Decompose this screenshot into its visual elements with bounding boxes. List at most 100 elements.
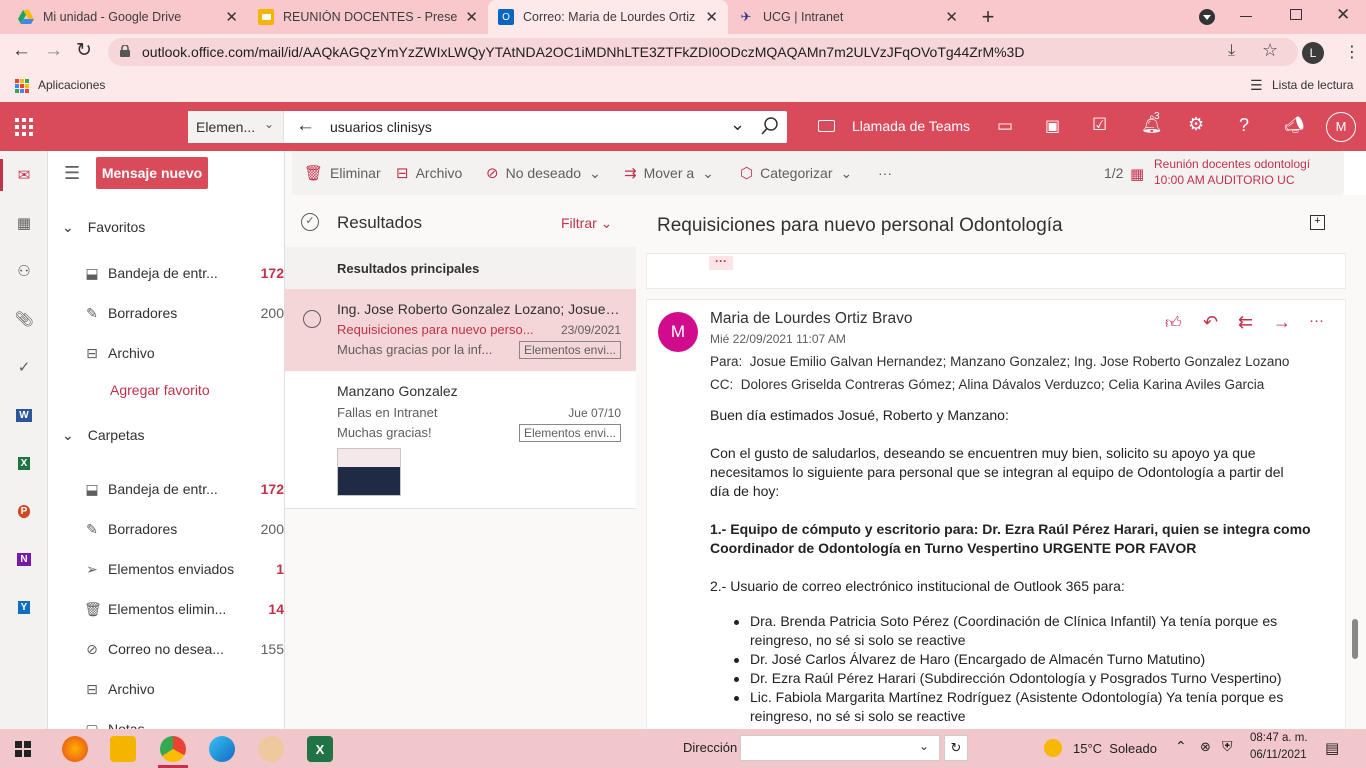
network-icon[interactable]: ⊗ (1200, 739, 1211, 755)
feedback-icon[interactable]: 📣︎ (1284, 115, 1304, 135)
categorize-button[interactable]: ⬡ Categorizar ⌄ (740, 151, 852, 195)
apps-grid-icon[interactable] (15, 79, 29, 93)
back-icon[interactable]: ← (12, 40, 31, 62)
help-icon[interactable]: ? (1239, 115, 1249, 136)
more-icon[interactable]: ··· (1309, 312, 1324, 329)
close-icon[interactable]: ✕ (945, 8, 958, 26)
search-input[interactable]: usuarios clinisys (330, 119, 432, 135)
weather-text[interactable]: 15°C Soleado (1073, 741, 1157, 756)
app-launcher-icon[interactable] (15, 118, 33, 136)
edge-icon[interactable] (209, 736, 235, 762)
reading-list-icon[interactable]: ☰ (1250, 77, 1263, 94)
browser-menu-icon[interactable]: ⋮ (1344, 42, 1360, 62)
folder-item[interactable]: ⊘ Correo no desea... 155 (84, 638, 284, 660)
new-tab-button[interactable]: + (976, 4, 1000, 30)
collapsed-thread[interactable]: ··· (646, 253, 1346, 289)
archive-button[interactable]: ⊟ Archivo (396, 151, 462, 195)
attachment-icon[interactable]: 📎︎ (12, 307, 36, 331)
select-radio[interactable] (303, 310, 321, 328)
to-recipients[interactable]: Josue Emilio Galvan Hernandez; Manzano G… (750, 354, 1290, 369)
clock-date[interactable]: 06/11/2021 (1250, 749, 1307, 761)
onenote-icon[interactable]: N (12, 547, 36, 571)
powerpoint-icon[interactable]: P (12, 499, 36, 523)
todo-icon[interactable]: ☑ (1092, 115, 1107, 135)
word-icon[interactable]: W (12, 403, 36, 427)
search-box[interactable]: Elemen... ⌄ ← usuarios clinisys ⌄ (188, 111, 787, 143)
start-icon[interactable] (15, 741, 31, 757)
clock-time[interactable]: 08:47 a. m. (1250, 732, 1308, 744)
folder-item[interactable]: ➢ Elementos enviados 1 (84, 558, 284, 580)
open-new-window-icon[interactable]: + (1310, 215, 1325, 230)
tab-outlook[interactable]: O Correo: Maria de Lourdes Ortiz B ✕ (488, 0, 728, 34)
chevron-down-icon[interactable]: ⌄ (730, 114, 745, 135)
back-arrow-icon[interactable]: ← (296, 115, 315, 137)
reply-icon[interactable]: ↶ (1203, 312, 1218, 333)
tab-intranet[interactable]: ✈ UCG | Intranet ✕ (728, 0, 968, 34)
sender-name[interactable]: Maria de Lourdes Ortiz Bravo (710, 310, 912, 328)
user-app-icon[interactable] (258, 736, 284, 762)
tab-search-icon[interactable] (1199, 9, 1215, 25)
chat-icon[interactable]: ▭ (997, 116, 1013, 136)
cc-recipients[interactable]: Dolores Griselda Contreras Gómez; Alina … (741, 377, 1265, 392)
folder-item[interactable]: ✎ Borradores 200 (84, 302, 284, 324)
list-item[interactable]: Ing. Jose Roberto Gonzalez Lozano; Josue… (285, 289, 637, 371)
gear-icon[interactable]: ⚙ (1188, 114, 1204, 135)
folder-item[interactable]: ✎ Borradores 200 (84, 518, 284, 540)
event-title[interactable]: Reunión docentes odontologí (1154, 157, 1334, 171)
forward-icon[interactable]: → (1273, 312, 1291, 333)
window-close-icon[interactable]: ✕ (1336, 5, 1350, 25)
bookmark-star-icon[interactable]: ☆ (1262, 40, 1278, 61)
install-icon[interactable]: ⤓ (1228, 42, 1235, 60)
list-item[interactable]: Manzano Gonzalez Fallas en Intranet Jue … (285, 372, 637, 509)
tab-slides[interactable]: REUNIÓN DOCENTES - Presentac ✕ (248, 0, 488, 34)
select-all-checkbox[interactable]: ✓ (301, 213, 319, 231)
close-icon[interactable]: ✕ (465, 8, 478, 26)
more-actions-button[interactable]: ··· (878, 151, 892, 195)
attachment-thumbnail[interactable] (337, 448, 401, 496)
junk-button[interactable]: ⊘ No deseado ⌄ (486, 151, 601, 195)
reload-icon[interactable]: ↻ (76, 39, 92, 62)
notifications-icon[interactable]: ▤ (1325, 739, 1339, 757)
people-icon[interactable]: ⚇ (12, 259, 36, 283)
folder-item[interactable]: ⊟ Archivo (84, 342, 284, 364)
profile-avatar[interactable]: L (1302, 42, 1324, 64)
close-icon[interactable]: ✕ (705, 8, 718, 26)
restore-icon[interactable] (1290, 9, 1302, 20)
search-scope-dropdown[interactable]: Elemen... ⌄ (188, 111, 284, 143)
excel-icon[interactable]: X (307, 736, 333, 762)
close-icon[interactable]: ✕ (225, 8, 238, 26)
scrollbar-thumb[interactable] (1352, 619, 1358, 659)
chrome-icon[interactable] (160, 736, 186, 762)
address-bar[interactable]: outlook.office.com/mail/id/AAQkAGQzYmYzZ… (108, 38, 1298, 66)
show-more-icon[interactable]: ··· (709, 255, 733, 270)
reply-all-icon[interactable]: ⇇ (1238, 312, 1253, 333)
hamburger-icon[interactable]: ☰ (64, 163, 80, 184)
firefox-icon[interactable] (62, 736, 88, 762)
taskbar-address-input[interactable]: ⌄ (740, 735, 940, 761)
file-explorer-icon[interactable] (110, 736, 136, 762)
tab-google-drive[interactable]: Mi unidad - Google Drive ✕ (8, 0, 248, 34)
forward-icon[interactable]: → (44, 40, 63, 62)
account-avatar[interactable]: M (1326, 112, 1356, 142)
favorites-header[interactable]: ⌄ Favoritos (62, 216, 145, 238)
bookmark-apps[interactable]: Aplicaciones (38, 78, 105, 92)
folder-item[interactable]: 🗑︎ Elementos elimin... 14 (84, 598, 284, 620)
sender-avatar[interactable]: M (658, 312, 698, 352)
go-refresh-icon[interactable]: ↻ (944, 735, 968, 761)
folder-item[interactable]: ⬓ Bandeja de entr... 172 (84, 478, 284, 500)
search-icon[interactable] (760, 116, 782, 138)
folder-item[interactable]: ⬓ Bandeja de entr... 172 (84, 262, 284, 284)
chevron-up-icon[interactable]: ⌃ (1175, 738, 1187, 755)
new-message-button[interactable]: Mensaje nuevo (96, 157, 208, 189)
folder-item[interactable]: ⊟ Archivo (84, 678, 284, 700)
teams-video-icon[interactable] (818, 120, 835, 132)
minimize-icon[interactable] (1240, 16, 1252, 17)
folders-header[interactable]: ⌄ Carpetas (62, 424, 145, 446)
check-icon[interactable]: ✓ (12, 355, 36, 379)
reading-list[interactable]: Lista de lectura (1272, 78, 1353, 92)
mail-icon[interactable]: ✉ (12, 163, 36, 187)
office-icon[interactable]: ▣ (1045, 116, 1060, 136)
add-favorite-link[interactable]: Agregar favorito (110, 382, 210, 398)
delete-button[interactable]: 🗑︎ Eliminar (304, 151, 381, 195)
security-icon[interactable]: ⛨ (1222, 738, 1233, 755)
